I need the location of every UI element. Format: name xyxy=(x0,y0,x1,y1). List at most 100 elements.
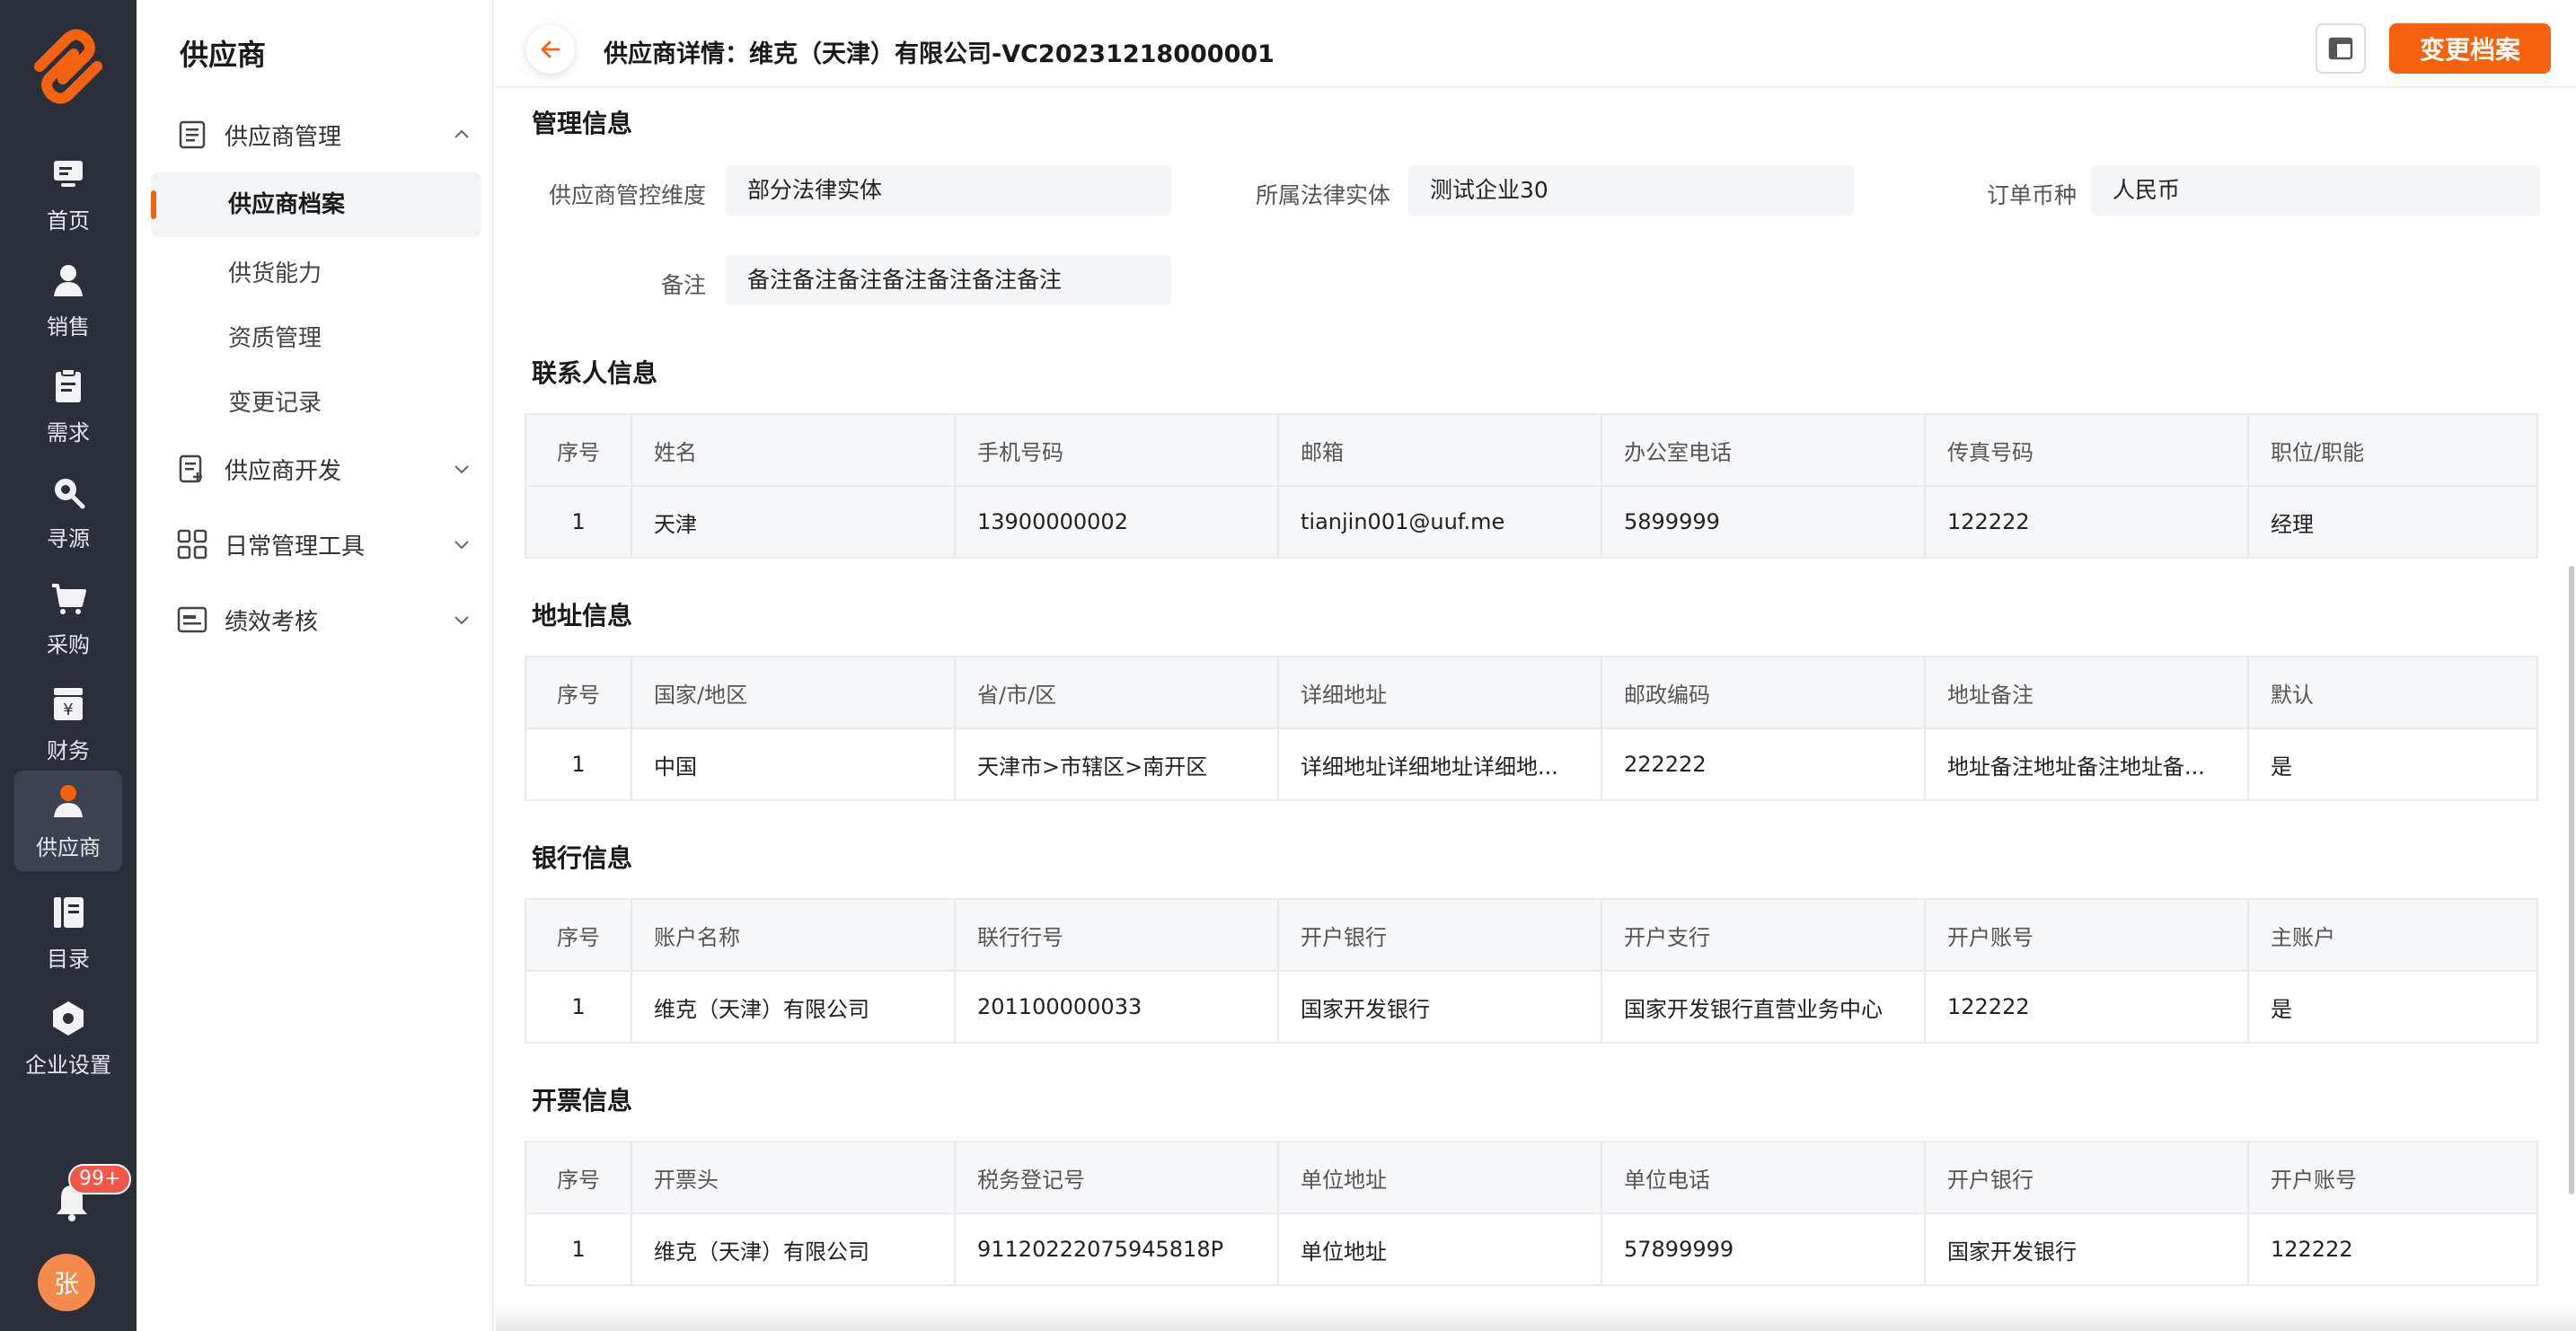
nav-group-label: 日常管理工具 xyxy=(225,533,366,560)
rail-label: 销售 xyxy=(47,313,90,339)
rail-item-home[interactable]: 首页 xyxy=(14,144,122,244)
primary-sidebar: 首页 销售 需求 寻源 采购 ¥ 财务 供应商 目录 企业设置 99+ 张 xyxy=(0,0,137,1331)
table-cell: 201100000033 xyxy=(954,970,1279,1044)
column-header: 联行行号 xyxy=(954,898,1279,972)
bottom-fade xyxy=(496,1304,2576,1331)
rail-item-finance[interactable]: ¥ 财务 xyxy=(14,674,122,774)
table-cell: 是 xyxy=(2247,727,2538,801)
nav-item-supply-capacity[interactable]: 供货能力 xyxy=(228,255,322,288)
column-header: 手机号码 xyxy=(954,413,1279,487)
grid-icon xyxy=(177,529,207,560)
chevron-down-icon xyxy=(454,541,469,550)
rail-label: 企业设置 xyxy=(25,1052,111,1078)
rail-label: 首页 xyxy=(47,207,90,234)
column-header: 序号 xyxy=(525,1141,632,1214)
secondary-sidebar: 供应商 供应商管理 供应商档案 供货能力 资质管理 变更记录 供应商开发 日常管… xyxy=(137,0,650,1331)
table-row[interactable]: 1 维克（天津）有限公司 91120222075945818P 单位地址 578… xyxy=(525,1212,2538,1286)
column-header: 开户账号 xyxy=(1924,898,2249,972)
table-cell: 天津市>市辖区>南开区 xyxy=(954,727,1279,801)
nav-item-supplier-profile[interactable]: 供应商档案 xyxy=(151,172,481,237)
page-header: 供应商详情：维克（天津）有限公司-VC20231218000001 变更档案 xyxy=(496,0,2576,88)
rail-item-demand[interactable]: 需求 xyxy=(14,356,122,456)
main-area: 供应商详情：维克（天津）有限公司-VC20231218000001 变更档案 管… xyxy=(496,0,2576,1331)
hexagon-icon xyxy=(53,1000,84,1036)
column-header: 税务登记号 xyxy=(954,1141,1279,1214)
field-value-control-dimension: 部分法律实体 xyxy=(726,165,1171,216)
table-cell: 维克（天津）有限公司 xyxy=(631,1212,956,1286)
vertical-scrollbar[interactable] xyxy=(2569,566,2574,1194)
app-logo-icon[interactable] xyxy=(27,25,110,108)
table-cell: 1 xyxy=(525,727,632,801)
table-cell: 国家开发银行 xyxy=(1277,970,1602,1044)
rail-label: 采购 xyxy=(47,631,90,657)
list-icon xyxy=(179,120,206,149)
rail-item-sales[interactable]: 销售 xyxy=(14,250,122,350)
table-header-row: 序号 账户名称 联行行号 开户银行 开户支行 开户账号 主账户 xyxy=(525,898,2538,972)
change-profile-button[interactable]: 变更档案 xyxy=(2389,23,2551,74)
nav-group-performance[interactable]: 绩效考核 xyxy=(176,593,472,647)
section-title-contacts: 联系人信息 xyxy=(532,358,658,388)
column-header: 国家/地区 xyxy=(631,656,956,729)
rail-item-sourcing[interactable]: 寻源 xyxy=(14,462,122,562)
notification-badge: 99+ xyxy=(68,1164,132,1194)
rail-item-purchase[interactable]: 采购 xyxy=(14,568,122,668)
nav-group-supplier-management[interactable]: 供应商管理 xyxy=(176,108,472,162)
column-header: 单位地址 xyxy=(1277,1141,1602,1214)
table-cell: 122222 xyxy=(1924,970,2249,1044)
table-cell: 经理 xyxy=(2247,485,2538,559)
rail-item-catalog[interactable]: 目录 xyxy=(14,882,122,983)
table-cell: 中国 xyxy=(631,727,956,801)
section-title-address: 地址信息 xyxy=(532,601,633,630)
card-icon xyxy=(177,606,207,633)
column-header: 单位电话 xyxy=(1601,1141,1926,1214)
section-title-management: 管理信息 xyxy=(532,109,633,138)
table-cell: 是 xyxy=(2247,970,2538,1044)
table-header-row: 序号 国家/地区 省/市/区 详细地址 邮政编码 地址备注 默认 xyxy=(525,656,2538,729)
table-row[interactable]: 1 中国 天津市>市辖区>南开区 详细地址详细地址详细地... 222222 地… xyxy=(525,727,2538,801)
column-header: 开户银行 xyxy=(1277,898,1602,972)
nav-item-change-records[interactable]: 变更记录 xyxy=(228,384,322,418)
table-cell: 地址备注地址备注地址备... xyxy=(1924,727,2249,801)
column-header: 邮政编码 xyxy=(1601,656,1926,729)
back-button[interactable] xyxy=(526,25,575,74)
field-value-order-currency: 人民币 xyxy=(2091,165,2540,216)
rail-label: 寻源 xyxy=(47,525,90,551)
nav-group-supplier-development[interactable]: 供应商开发 xyxy=(176,442,472,496)
column-header: 序号 xyxy=(525,413,632,487)
svg-text:¥: ¥ xyxy=(63,701,73,719)
column-header: 账户名称 xyxy=(631,898,956,972)
rail-label: 需求 xyxy=(47,419,90,445)
layout-toggle-button[interactable] xyxy=(2316,23,2366,74)
rail-item-supplier[interactable]: 供应商 xyxy=(14,771,122,871)
nav-group-label: 供应商开发 xyxy=(225,457,342,485)
table-cell: 国家开发银行 xyxy=(1924,1212,2249,1286)
page-title: 供应商详情：维克（天津）有限公司-VC20231218000001 xyxy=(604,40,1275,68)
table-cell: 91120222075945818P xyxy=(954,1212,1279,1286)
detail-content: 管理信息 供应商管控维度 部分法律实体 所属法律实体 测试企业30 订单币种 人… xyxy=(496,90,2576,1331)
field-value-legal-entity: 测试企业30 xyxy=(1408,165,1854,216)
column-header: 姓名 xyxy=(631,413,956,487)
field-label-control-dimension: 供应商管控维度 xyxy=(548,182,706,208)
address-table: 序号 国家/地区 省/市/区 详细地址 邮政编码 地址备注 默认 1 中国 天津… xyxy=(525,656,2538,801)
layout-icon xyxy=(2328,37,2353,60)
table-cell: 详细地址详细地址详细地... xyxy=(1277,727,1602,801)
column-header: 详细地址 xyxy=(1277,656,1602,729)
table-row[interactable]: 1 天津 13900000002 tianjin001@uuf.me 58999… xyxy=(525,485,2538,559)
column-header: 开户银行 xyxy=(1924,1141,2249,1214)
table-cell: 13900000002 xyxy=(954,485,1279,559)
nav-item-qualification[interactable]: 资质管理 xyxy=(228,320,322,353)
column-header: 开户账号 xyxy=(2247,1141,2538,1214)
rail-item-enterprise-settings[interactable]: 企业设置 xyxy=(14,988,122,1089)
table-row[interactable]: 1 维克（天津）有限公司 201100000033 国家开发银行 国家开发银行直… xyxy=(525,970,2538,1044)
search-icon xyxy=(55,478,85,508)
chevron-up-icon xyxy=(454,129,469,138)
user-avatar[interactable]: 张 xyxy=(38,1254,95,1311)
column-header: 职位/职能 xyxy=(2247,413,2538,487)
column-header: 序号 xyxy=(525,898,632,972)
nav-group-daily-tools[interactable]: 日常管理工具 xyxy=(176,517,472,571)
edit-list-icon xyxy=(179,454,202,483)
table-cell: 单位地址 xyxy=(1277,1212,1602,1286)
field-label-legal-entity: 所属法律实体 xyxy=(1255,182,1390,208)
column-header: 传真号码 xyxy=(1924,413,2249,487)
bank-table: 序号 账户名称 联行行号 开户银行 开户支行 开户账号 主账户 1 维克（天津）… xyxy=(525,898,2538,1044)
